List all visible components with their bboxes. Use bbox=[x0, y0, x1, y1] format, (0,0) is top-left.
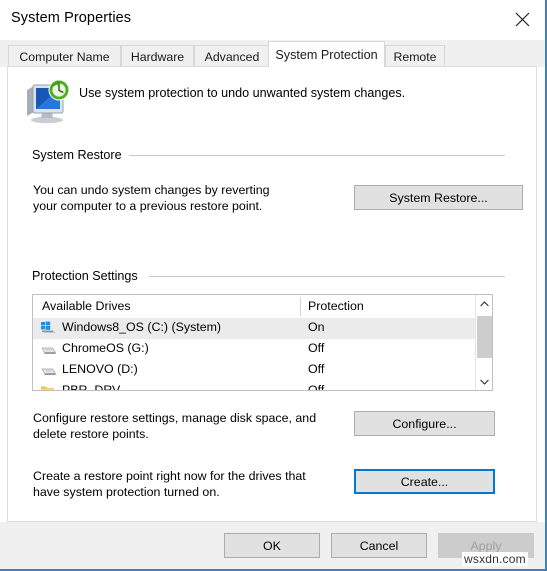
close-icon[interactable] bbox=[499, 0, 545, 38]
system-restore-description-line2: your computer to a previous restore poin… bbox=[33, 199, 263, 213]
drive-protection-status: Off bbox=[308, 362, 325, 376]
drive-name: LENOVO (D:) bbox=[62, 362, 138, 376]
table-row[interactable]: LENOVO (D:) Off bbox=[33, 360, 492, 381]
create-description: Create a restore point right now for the… bbox=[33, 468, 306, 500]
drive-protection-status: Off bbox=[308, 383, 325, 391]
scroll-up-icon[interactable] bbox=[476, 295, 492, 312]
system-protection-panel: Use system protection to undo unwanted s… bbox=[7, 66, 537, 522]
tab-remote[interactable]: Remote bbox=[385, 45, 445, 67]
table-row[interactable]: Windows8_OS (C:) (System) On bbox=[33, 318, 492, 339]
tab-strip: Computer Name Hardware Advanced System P… bbox=[0, 40, 545, 68]
tab-computer-name[interactable]: Computer Name bbox=[8, 45, 121, 67]
configure-description: Configure restore settings, manage disk … bbox=[33, 410, 316, 442]
drives-list-rows: Windows8_OS (C:) (System) On ChromeOS (G… bbox=[33, 318, 492, 391]
tab-system-protection[interactable]: System Protection bbox=[268, 41, 385, 68]
folder-drive-icon bbox=[40, 384, 57, 390]
system-restore-description: You can undo system changes by reverting… bbox=[33, 182, 270, 214]
create-button[interactable]: Create... bbox=[354, 469, 495, 494]
title-bar: System Properties bbox=[0, 0, 545, 40]
column-divider bbox=[300, 297, 301, 316]
configure-description-line1: Configure restore settings, manage disk … bbox=[33, 411, 317, 425]
window-title: System Properties bbox=[11, 10, 132, 26]
table-row[interactable]: ChromeOS (G:) Off bbox=[33, 339, 492, 360]
system-protection-description: Use system protection to undo unwanted s… bbox=[79, 86, 406, 100]
drive-protection-status: Off bbox=[308, 341, 325, 355]
drive-name: Windows8_OS (C:) (System) bbox=[62, 320, 222, 334]
drives-list-header: Available Drives Protection bbox=[33, 295, 492, 318]
system-restore-group-divider bbox=[129, 155, 505, 156]
tab-hardware[interactable]: Hardware bbox=[121, 45, 194, 67]
protection-settings-group-divider bbox=[149, 276, 505, 277]
system-protection-icon bbox=[24, 79, 72, 125]
table-row[interactable]: PBR_DRV Off bbox=[33, 381, 492, 391]
drive-protection-status: On bbox=[308, 320, 325, 334]
drives-list-scrollbar[interactable] bbox=[475, 295, 492, 390]
create-description-line1: Create a restore point right now for the… bbox=[33, 469, 306, 483]
windows-drive-icon bbox=[40, 321, 57, 336]
system-restore-button[interactable]: System Restore... bbox=[354, 185, 523, 210]
system-restore-description-line1: You can undo system changes by reverting bbox=[33, 183, 270, 197]
configure-button[interactable]: Configure... bbox=[354, 411, 495, 436]
system-restore-group-label: System Restore bbox=[32, 148, 129, 162]
tab-advanced[interactable]: Advanced bbox=[194, 45, 270, 67]
protection-settings-group-label: Protection Settings bbox=[32, 269, 145, 283]
hard-drive-icon bbox=[40, 342, 57, 357]
drive-name: PBR_DRV bbox=[62, 383, 121, 391]
column-header-protection: Protection bbox=[308, 299, 364, 313]
create-description-line2: have system protection turned on. bbox=[33, 485, 220, 499]
ok-button[interactable]: OK bbox=[224, 533, 320, 558]
configure-description-line2: delete restore points. bbox=[33, 427, 149, 441]
scrollbar-thumb[interactable] bbox=[477, 316, 492, 358]
hard-drive-icon bbox=[40, 363, 57, 378]
available-drives-list[interactable]: Available Drives Protection Windows8_OS … bbox=[32, 294, 493, 391]
cancel-button[interactable]: Cancel bbox=[331, 533, 427, 558]
watermark: wsxdn.com bbox=[462, 552, 528, 566]
drive-name: ChromeOS (G:) bbox=[62, 341, 149, 355]
system-properties-dialog: System Properties Computer Name Hardware… bbox=[0, 0, 547, 571]
scroll-down-icon[interactable] bbox=[476, 373, 492, 390]
column-header-available-drives: Available Drives bbox=[42, 299, 131, 313]
